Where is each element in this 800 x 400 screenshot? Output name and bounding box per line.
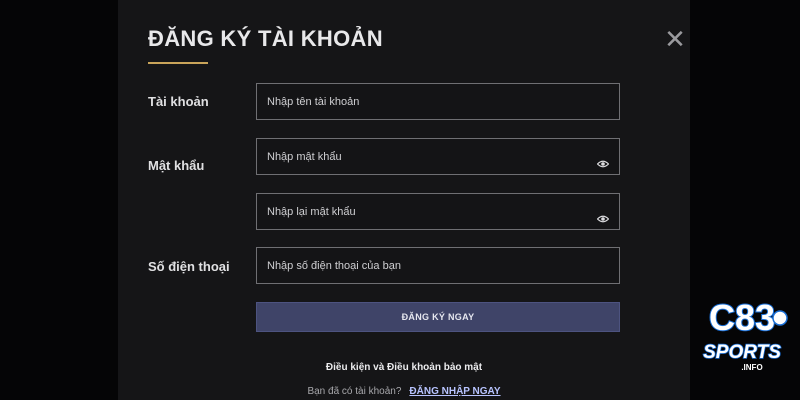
eye-icon[interactable] [597,160,609,168]
logo-brand: C83 [709,297,775,338]
username-label: Tài khoản [148,94,209,109]
password-field [256,138,620,175]
title-underline [148,62,208,64]
eye-icon[interactable] [597,215,609,223]
confirm-password-field [256,193,620,230]
username-input[interactable] [257,84,619,119]
soccer-ball-icon [772,310,788,326]
username-field [256,83,620,120]
register-modal: ĐĂNG KÝ TÀI KHOẢN ✕ Tài khoản Mật khẩu S… [118,0,690,400]
password-input[interactable] [257,139,619,174]
close-icon[interactable]: ✕ [664,26,686,52]
confirm-password-input[interactable] [257,194,619,229]
register-button[interactable]: ĐĂNG KÝ NGAY [256,302,620,332]
logo-sub: SPORTS [703,342,781,363]
login-prompt-row: Bạn đã có tài khoản? ĐĂNG NHẬP NGAY [118,386,690,397]
phone-input[interactable] [257,248,619,283]
login-link[interactable]: ĐĂNG NHẬP NGAY [409,386,500,397]
password-label: Mật khẩu [148,158,205,173]
phone-field [256,247,620,284]
modal-title: ĐĂNG KÝ TÀI KHOẢN [148,26,383,51]
c83-sports-logo: C83 SPORTS .INFO [702,296,788,372]
phone-label: Số điện thoại [148,259,230,274]
page-backdrop-left [0,0,118,400]
logo-tld: .INFO [741,363,762,372]
terms-link[interactable]: Điều kiện và Điều khoản bảo mật [118,362,690,373]
login-prompt-text: Bạn đã có tài khoản? [307,386,402,397]
